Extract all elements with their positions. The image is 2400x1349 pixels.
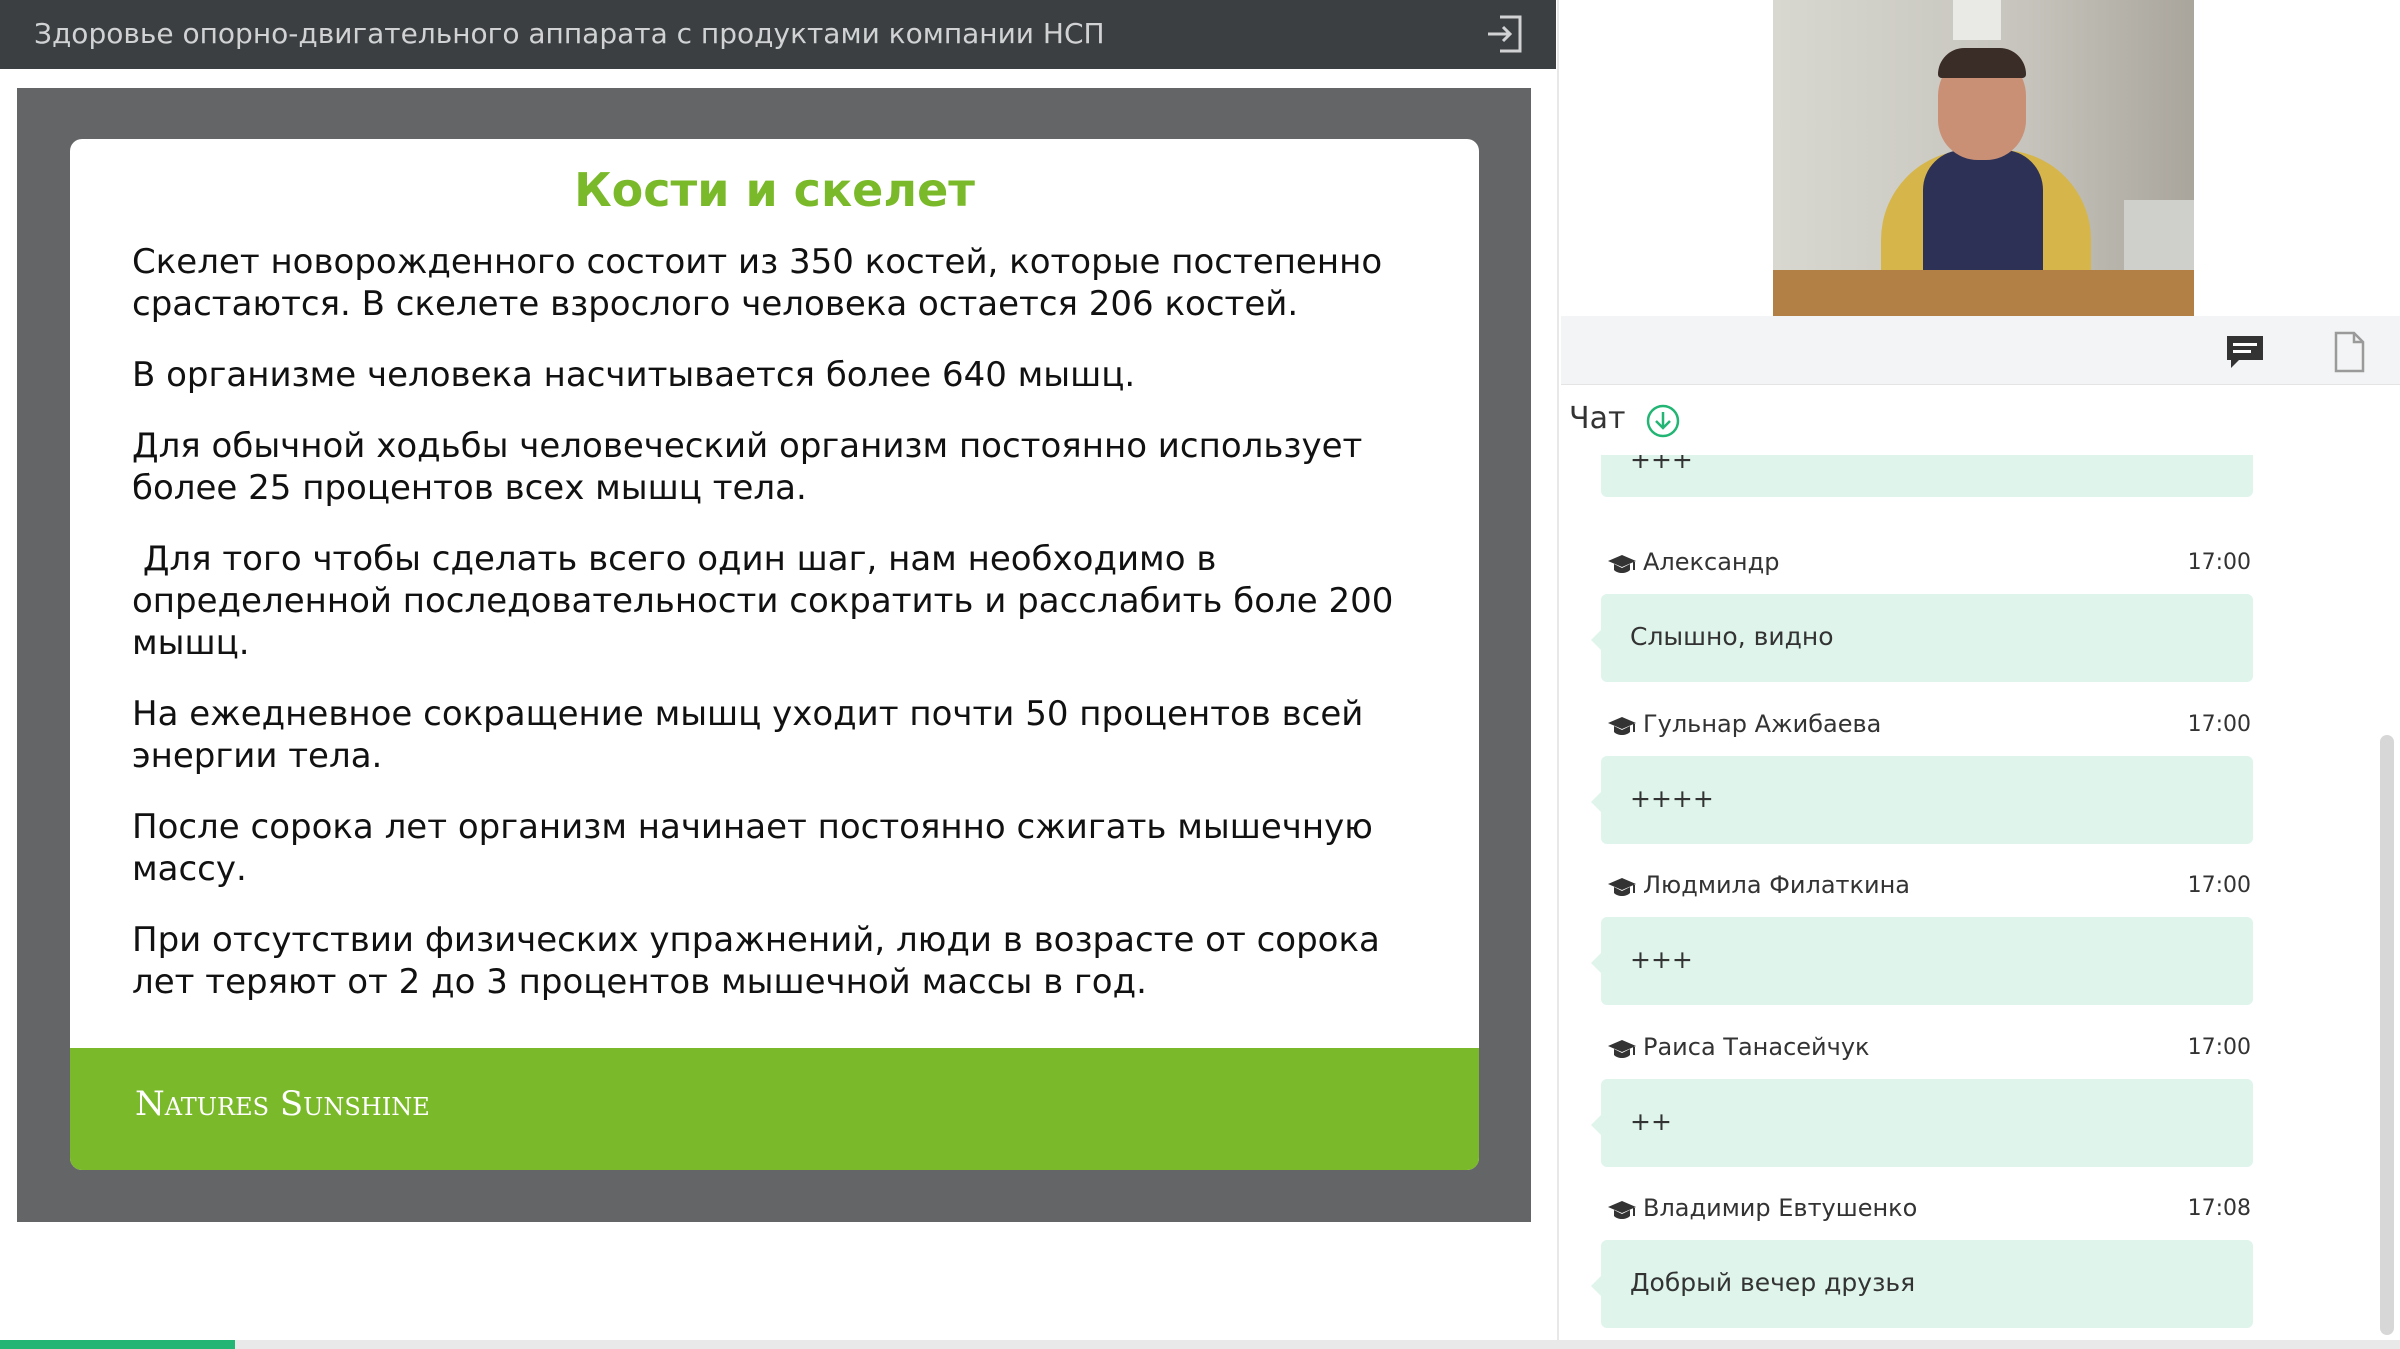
graduation-cap-icon	[1608, 1201, 1636, 1219]
message-header: Гульнар Ажибаева 17:00	[1601, 707, 2253, 743]
slide-paragraph: В организме человека насчитывается более…	[132, 355, 1136, 395]
graduation-cap-icon	[1608, 878, 1636, 896]
presentation-area: Кости и скелет Скелет новорожденного сос…	[17, 88, 1531, 1222]
slide-paragraph: После сорока лет организм начинает посто…	[132, 807, 1373, 889]
message-author: Гульнар Ажибаева	[1643, 710, 1882, 738]
graduation-cap-icon	[1608, 555, 1636, 573]
top-bar: Здоровье опорно-двигательного аппарата с…	[0, 0, 1556, 69]
chat-message-partial: +++	[1601, 455, 2253, 497]
video-wall-paper	[1953, 0, 2001, 40]
message-author: Раиса Танасейчук	[1643, 1033, 1870, 1061]
message-time: 17:00	[2187, 1035, 2251, 1060]
webinar-title: Здоровье опорно-двигательного аппарата с…	[34, 17, 1105, 50]
slide-title: Кости и скелет	[574, 163, 975, 217]
message-time: 17:08	[2187, 1196, 2251, 1221]
message-time: 17:00	[2187, 873, 2251, 898]
message-bubble: +++	[1591, 917, 2253, 1005]
brand-logo: Natures Sunshine	[135, 1084, 430, 1124]
playback-progress-bar[interactable]	[0, 1340, 2400, 1349]
slide-paragraph: На ежедневное сокращение мышц уходит поч…	[132, 694, 1364, 776]
chat-scrollbar[interactable]	[2380, 735, 2394, 1335]
message-bubble: ++	[1591, 1079, 2253, 1167]
chat-message: Владимир Евтушенко 17:08 Добрый вечер др…	[1591, 1191, 2253, 1328]
message-author: Владимир Евтушенко	[1643, 1194, 1918, 1222]
presentation-slide: Кости и скелет Скелет новорожденного сос…	[70, 139, 1479, 1170]
message-bubble: ++++	[1591, 756, 2253, 844]
slide-paragraph: При отсутствии физических упражнений, лю…	[132, 920, 1380, 1002]
chat-message: Раиса Танасейчук 17:00 ++	[1591, 1030, 2253, 1167]
message-text: +++	[1630, 945, 1693, 974]
slide-footer: Natures Sunshine	[70, 1048, 1479, 1170]
slide-paragraph: Скелет новорожденного состоит из 350 кос…	[132, 242, 1383, 324]
slide-body: Скелет новорожденного состоит из 350 кос…	[132, 241, 1432, 1032]
video-desk	[1773, 270, 2194, 316]
chat-message: Людмила Филаткина 17:00 +++	[1591, 868, 2253, 1005]
message-bubble: Слышно, видно	[1591, 594, 2253, 682]
playback-progress-fill	[0, 1340, 236, 1349]
message-bubble: Добрый вечер друзья	[1591, 1240, 2253, 1328]
message-text: ++	[1630, 1107, 1672, 1136]
message-header: Владимир Евтушенко 17:08	[1601, 1191, 2253, 1227]
graduation-cap-icon	[1608, 1040, 1636, 1058]
message-time: 17:00	[2187, 712, 2251, 737]
chat-title: Чат	[1569, 401, 1626, 436]
message-header: Александр 17:00	[1601, 545, 2253, 581]
right-panel: Чат +++ Александр 17:00 Слышно, видно Гу…	[1557, 0, 2400, 1349]
message-header: Раиса Танасейчук 17:00	[1601, 1030, 2253, 1066]
message-text: Слышно, видно	[1630, 622, 1834, 651]
chat-message-list[interactable]: +++ Александр 17:00 Слышно, видно Гульна…	[1559, 455, 2389, 1335]
message-time: 17:00	[2187, 550, 2251, 575]
message-author: Александр	[1643, 548, 1780, 576]
message-text: ++++	[1630, 784, 1714, 813]
message-author: Людмила Филаткина	[1643, 871, 1910, 899]
message-text: Добрый вечер друзья	[1630, 1268, 1916, 1297]
slide-paragraph: Для того чтобы сделать всего один шаг, н…	[132, 539, 1394, 663]
webinar-app: Здоровье опорно-двигательного аппарата с…	[0, 0, 2400, 1349]
presenter-hair	[1938, 48, 2026, 78]
exit-icon[interactable]	[1484, 13, 1526, 55]
chat-icon[interactable]	[2223, 330, 2267, 374]
graduation-cap-icon	[1608, 717, 1636, 735]
download-icon[interactable]	[1645, 403, 1681, 439]
chat-message: Гульнар Ажибаева 17:00 ++++	[1591, 707, 2253, 844]
slide-paragraph: Для обычной ходьбы человеческий организм…	[132, 426, 1363, 508]
document-icon[interactable]	[2327, 330, 2371, 374]
message-header: Людмила Филаткина 17:00	[1601, 868, 2253, 904]
panel-toolbar	[1561, 316, 2400, 385]
presenter-video[interactable]	[1773, 0, 2194, 316]
message-text: +++	[1630, 455, 1693, 474]
video-shelf	[2124, 200, 2194, 280]
chat-message: Александр 17:00 Слышно, видно	[1591, 545, 2253, 682]
